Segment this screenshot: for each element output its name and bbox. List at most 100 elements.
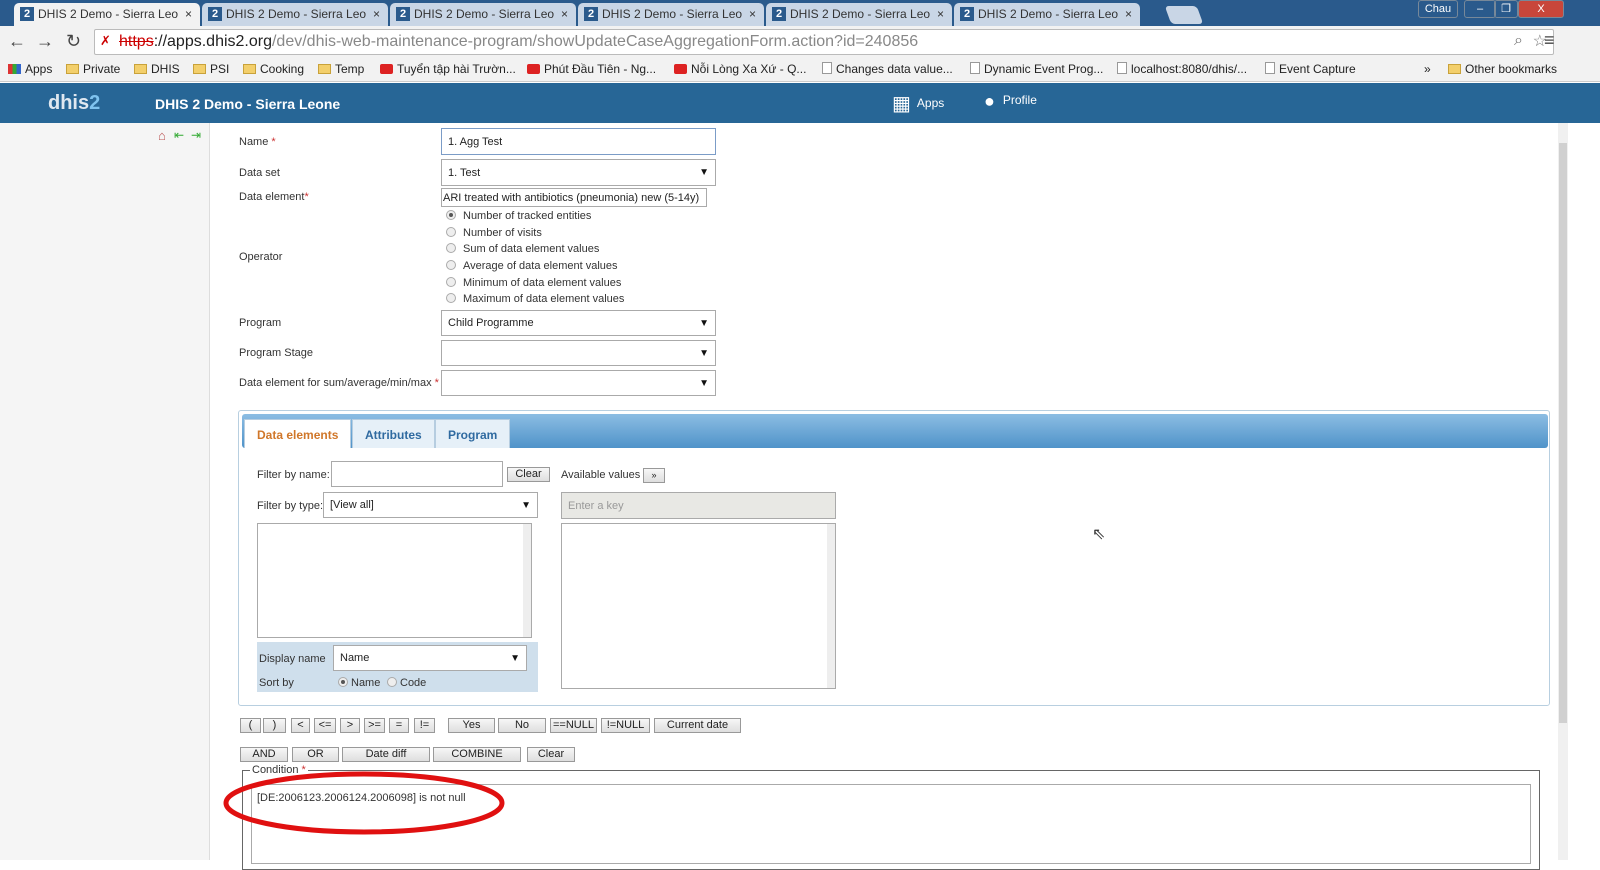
user-profile-button[interactable]: Chau xyxy=(1418,0,1458,18)
browser-tab[interactable]: 2 DHIS 2 Demo - Sierra Leo × xyxy=(954,3,1140,26)
data-elements-list[interactable] xyxy=(257,523,532,638)
tab-attributes[interactable]: Attributes xyxy=(352,419,435,448)
greater-equal-button[interactable]: >= xyxy=(364,718,385,733)
page-scrollbar[interactable] xyxy=(1558,123,1568,860)
greater-than-button[interactable]: > xyxy=(340,718,360,733)
no-button[interactable]: No xyxy=(498,718,546,733)
sort-by-code-radio[interactable]: Code xyxy=(387,677,426,689)
next-icon[interactable]: ⇥ xyxy=(191,128,201,142)
bookmark-folder[interactable]: DHIS xyxy=(134,62,180,76)
bookmark-apps[interactable]: Apps xyxy=(8,62,52,76)
forward-icon[interactable]: → xyxy=(36,31,54,52)
filter-type-select[interactable]: [View all] xyxy=(323,492,538,518)
enter-key-input[interactable]: Enter a key xyxy=(561,492,836,519)
program-stage-label: Program Stage xyxy=(239,347,313,359)
or-button[interactable]: OR xyxy=(292,747,339,762)
close-tab-icon[interactable]: × xyxy=(1125,7,1132,21)
operator-radio-visits[interactable]: Number of visits xyxy=(446,227,542,239)
program-stage-select[interactable] xyxy=(441,340,716,366)
url-scheme: https xyxy=(119,33,154,50)
operator-radio-tracked-entities[interactable]: Number of tracked entities xyxy=(446,210,591,222)
open-paren-button[interactable]: ( xyxy=(240,718,261,733)
scrollbar-thumb[interactable] xyxy=(1559,143,1567,723)
dhis-favicon-icon: 2 xyxy=(20,7,34,21)
date-diff-button[interactable]: Date diff xyxy=(342,747,430,762)
data-element-input[interactable]: ARI treated with antibiotics (pneumonia)… xyxy=(441,188,707,207)
name-input[interactable]: 1. Agg Test xyxy=(441,128,716,155)
yes-button[interactable]: Yes xyxy=(448,718,495,733)
program-select[interactable]: Child Programme xyxy=(441,310,716,336)
browser-tab[interactable]: 2 DHIS 2 Demo - Sierra Leo × xyxy=(14,3,200,26)
equals-null-button[interactable]: ==NULL xyxy=(550,718,597,733)
folder-icon xyxy=(318,64,331,74)
back-icon[interactable]: ← xyxy=(8,31,26,52)
bookmark-link[interactable]: Changes data value... xyxy=(822,62,953,76)
display-name-label: Display name xyxy=(259,653,326,665)
maximize-icon[interactable]: ❐ xyxy=(1494,0,1518,18)
new-tab-button[interactable] xyxy=(1164,6,1204,24)
menu-icon[interactable]: ≡ xyxy=(1544,30,1555,51)
bookmark-link[interactable]: Event Capture xyxy=(1265,62,1356,76)
bookmark-link[interactable]: Tuyển tập hài Trườn... xyxy=(380,62,516,76)
browser-tab[interactable]: 2 DHIS 2 Demo - Sierra Leo × xyxy=(578,3,764,26)
dhis2-logo[interactable]: dhis2 xyxy=(48,92,100,115)
apps-menu[interactable]: ▦ Apps xyxy=(892,91,944,116)
bookmark-folder[interactable]: Cooking xyxy=(243,62,304,76)
browser-tab[interactable]: 2 DHIS 2 Demo - Sierra Leo × xyxy=(202,3,388,26)
display-name-select[interactable]: Name xyxy=(333,645,527,671)
minimize-icon[interactable]: ‒ xyxy=(1464,0,1496,18)
operator-radio-minimum[interactable]: Minimum of data element values xyxy=(446,277,621,289)
tab-data-elements[interactable]: Data elements xyxy=(244,419,352,448)
close-window-icon[interactable]: X xyxy=(1518,0,1564,18)
combine-button[interactable]: COMBINE xyxy=(433,747,521,762)
not-equals-button[interactable]: != xyxy=(414,718,435,733)
available-values-list[interactable] xyxy=(561,523,836,689)
operator-radio-sum[interactable]: Sum of data element values xyxy=(446,243,599,255)
more-bookmarks-icon[interactable]: » xyxy=(1424,62,1431,76)
zoom-icon[interactable]: ⌕ xyxy=(1514,32,1523,50)
red-annotation-ellipse xyxy=(223,771,505,835)
insecure-lock-icon: ✗ xyxy=(100,33,111,48)
move-values-button[interactable]: » xyxy=(643,468,665,483)
clear-filter-button[interactable]: Clear xyxy=(507,467,550,482)
less-equal-button[interactable]: <= xyxy=(314,718,336,733)
bookmark-folder[interactable]: Private xyxy=(66,62,120,76)
clear-condition-button[interactable]: Clear xyxy=(527,747,575,762)
other-bookmarks[interactable]: Other bookmarks xyxy=(1448,62,1557,76)
current-date-button[interactable]: Current date xyxy=(654,718,741,733)
browser-tab[interactable]: 2 DHIS 2 Demo - Sierra Leo × xyxy=(390,3,576,26)
close-tab-icon[interactable]: × xyxy=(185,7,192,21)
bookmark-link[interactable]: Dynamic Event Prog... xyxy=(970,62,1103,76)
close-tab-icon[interactable]: × xyxy=(749,7,756,21)
reload-icon[interactable]: ↻ xyxy=(66,31,81,52)
less-than-button[interactable]: < xyxy=(291,718,310,733)
close-tab-icon[interactable]: × xyxy=(937,7,944,21)
close-tab-icon[interactable]: × xyxy=(561,7,568,21)
home-icon[interactable]: ⌂ xyxy=(158,128,166,143)
filter-name-input[interactable] xyxy=(331,461,503,487)
dataset-select[interactable]: 1. Test xyxy=(441,159,716,186)
address-bar[interactable]: ✗ https://apps.dhis2.org/dev/dhis-web-ma… xyxy=(94,29,1554,55)
close-tab-icon[interactable]: × xyxy=(373,7,380,21)
sort-by-name-radio[interactable]: Name xyxy=(338,677,380,689)
bookmark-link[interactable]: Phút Đầu Tiên - Ng... xyxy=(527,62,656,76)
and-button[interactable]: AND xyxy=(240,747,288,762)
page-icon xyxy=(1117,62,1127,74)
profile-menu[interactable]: ● Profile xyxy=(984,91,1037,112)
folder-icon xyxy=(193,64,206,74)
bookmark-folder[interactable]: Temp xyxy=(318,62,364,76)
bookmark-link[interactable]: localhost:8080/dhis/... xyxy=(1117,62,1247,76)
bookmark-folder[interactable]: PSI xyxy=(193,62,229,76)
data-element-aggregate-select[interactable] xyxy=(441,370,716,396)
operator-radio-average[interactable]: Average of data element values xyxy=(446,260,618,272)
bookmark-link[interactable]: Nỗi Lòng Xa Xứ - Q... xyxy=(674,62,806,76)
previous-icon[interactable]: ⇤ xyxy=(174,128,184,142)
tab-title: DHIS 2 Demo - Sierra Leo xyxy=(38,7,179,21)
browser-tab[interactable]: 2 DHIS 2 Demo - Sierra Leo × xyxy=(766,3,952,26)
close-paren-button[interactable]: ) xyxy=(263,718,286,733)
folder-icon xyxy=(243,64,256,74)
operator-radio-maximum[interactable]: Maximum of data element values xyxy=(446,293,624,305)
equals-button[interactable]: = xyxy=(389,718,409,733)
tab-program[interactable]: Program xyxy=(435,419,511,448)
not-null-button[interactable]: !=NULL xyxy=(601,718,650,733)
